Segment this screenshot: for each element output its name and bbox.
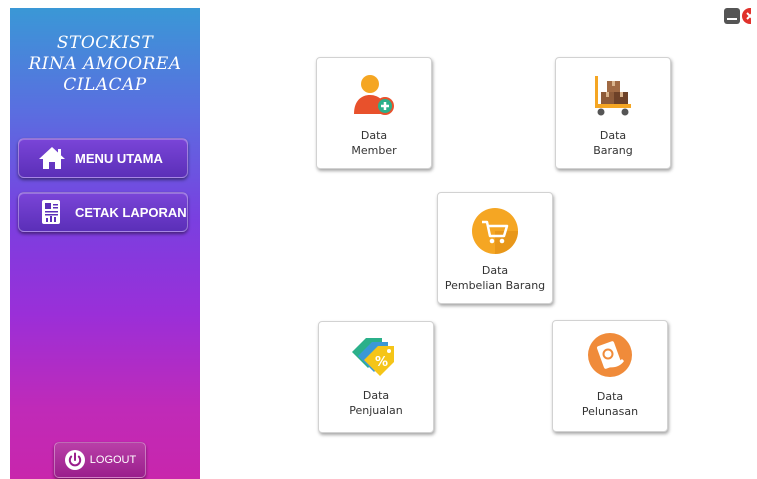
close-icon[interactable] [742, 8, 751, 24]
data-barang-label: Data Barang [593, 128, 633, 158]
data-barang-line2: Barang [593, 144, 633, 157]
shopping-cart-icon [471, 207, 519, 255]
data-penjualan-label: Data Penjualan [349, 388, 403, 418]
cart-boxes-icon [589, 72, 637, 120]
sidebar: STOCKIST RINA AMOOREA CILACAP MENU UTAMA [10, 8, 200, 479]
home-icon [37, 145, 67, 171]
brand-title: STOCKIST RINA AMOOREA CILACAP [10, 33, 200, 96]
cetak-laporan-label: CETAK LAPORAN [75, 204, 187, 220]
brand-line-1: STOCKIST [56, 33, 154, 53]
data-pelunasan-card[interactable]: Data Pelunasan [552, 320, 668, 432]
data-member-label: Data Member [351, 128, 396, 158]
data-penjualan-line1: Data [362, 389, 390, 402]
data-penjualan-card[interactable]: % Data Penjualan [318, 321, 434, 433]
data-pembelian-line1: Data [481, 264, 509, 277]
data-pelunasan-line2: Pelunasan [581, 405, 639, 418]
data-member-line1: Data [360, 129, 388, 142]
data-pembelian-line2: Pembelian Barang [444, 279, 546, 292]
menu-utama-button[interactable]: MENU UTAMA [18, 138, 188, 178]
data-penjualan-line2: Penjualan [349, 404, 403, 417]
logout-label: LOGOUT [89, 454, 137, 466]
svg-text:%: % [375, 355, 388, 370]
power-icon [64, 449, 86, 471]
payment-hand-icon [586, 331, 634, 379]
window-controls [724, 8, 751, 24]
data-pelunasan-line1: Data [596, 390, 624, 403]
menu-utama-label: MENU UTAMA [75, 150, 163, 166]
minimize-icon[interactable] [724, 8, 740, 24]
data-member-line2: Member [351, 144, 397, 157]
add-member-icon [350, 72, 398, 120]
data-pembelian-card[interactable]: Data Pembelian Barang [437, 192, 553, 304]
report-icon [37, 199, 67, 225]
price-tags-icon: % [348, 332, 404, 384]
brand-line-3: CILACAP [63, 75, 147, 95]
data-barang-line1: Data [599, 129, 627, 142]
data-pelunasan-label: Data Pelunasan [582, 389, 638, 419]
data-pembelian-label: Data Pembelian Barang [445, 263, 545, 293]
data-barang-card[interactable]: Data Barang [555, 57, 671, 169]
data-member-card[interactable]: Data Member [316, 57, 432, 169]
cetak-laporan-button[interactable]: CETAK LAPORAN [18, 192, 188, 232]
brand-line-2: RINA AMOOREA [28, 54, 182, 74]
logout-button[interactable]: LOGOUT [54, 442, 146, 478]
